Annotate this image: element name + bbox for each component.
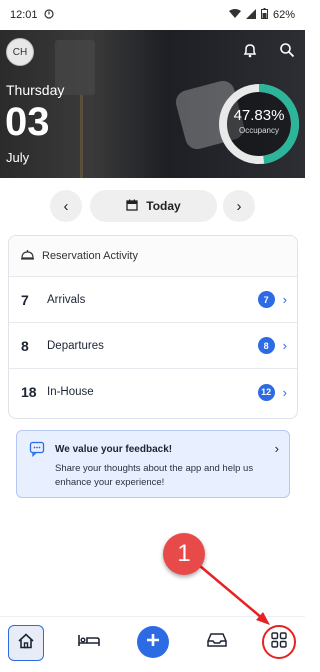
day-name: Thursday [6, 82, 65, 98]
bed-icon [78, 632, 100, 653]
feedback-title: We value your feedback! [55, 444, 173, 455]
row-badge: 7 [257, 291, 275, 308]
chevron-right-icon: › [236, 197, 242, 215]
row-badge: 12 [257, 383, 275, 401]
avatar[interactable]: CH [6, 38, 34, 66]
next-day-button[interactable]: › [223, 190, 255, 222]
signal-icon [245, 8, 256, 22]
row-count: 18 [21, 384, 37, 400]
status-bar: 12:01 62% [0, 0, 305, 30]
status-time: 12:01 [10, 9, 38, 21]
inbox-tab[interactable] [200, 625, 234, 659]
battery-percent: 62% [272, 9, 295, 21]
today-label: Today [146, 199, 181, 213]
arrivals-row[interactable]: 7 Arrivals 7 › [9, 277, 297, 323]
plus-icon [145, 632, 161, 653]
lamp-stand-decor [80, 95, 83, 178]
chevron-left-icon: ‹ [63, 197, 69, 215]
reception-bell-icon [21, 249, 34, 263]
row-count: 7 [21, 291, 29, 308]
hero-header: CH Thursday 03 July 47.83% Occupancy [0, 30, 305, 178]
inbox-icon [207, 632, 227, 653]
row-label: Arrivals [47, 293, 86, 306]
home-icon [17, 632, 35, 655]
add-button[interactable] [137, 626, 169, 658]
chevron-right-icon: › [282, 384, 287, 400]
home-tab[interactable] [8, 625, 44, 661]
today-button[interactable]: Today [90, 190, 217, 222]
row-label: Departures [47, 339, 104, 352]
bell-icon[interactable] [240, 40, 260, 60]
occupancy-value: 47.83% [233, 107, 285, 124]
chevron-right-icon: › [274, 441, 279, 456]
occupancy-text: 47.83% Occupancy [217, 107, 301, 136]
chat-icon [29, 441, 45, 458]
search-icon[interactable] [277, 40, 297, 60]
calendar-icon [126, 199, 138, 214]
rooms-tab[interactable] [72, 625, 106, 659]
occupancy-label: Occupancy [238, 126, 280, 135]
feedback-banner[interactable]: We value your feedback! Share your thoug… [16, 430, 290, 498]
bottom-navigation [0, 616, 305, 672]
day-number: 03 [5, 100, 50, 144]
battery-icon [260, 8, 268, 22]
step-marker: 1 [163, 533, 205, 575]
date-navigation: ‹ Today › [0, 190, 305, 224]
feedback-body: Share your thoughts about the app and he… [55, 463, 254, 488]
month: July [6, 150, 30, 165]
chevron-right-icon: › [282, 292, 287, 307]
previous-day-button[interactable]: ‹ [50, 190, 82, 222]
in-house-row[interactable]: 18 In-House 12 › [9, 369, 297, 415]
wifi-icon [228, 8, 241, 22]
row-badge: 8 [257, 337, 275, 354]
grid-icon [271, 631, 287, 653]
row-count: 8 [21, 337, 29, 354]
card-title: Reservation Activity [42, 250, 138, 262]
chevron-right-icon: › [282, 338, 287, 353]
more-apps-tab[interactable] [262, 625, 296, 659]
notification-icon [43, 8, 54, 22]
card-header: Reservation Activity [9, 236, 297, 277]
row-label: In-House [47, 386, 94, 398]
departures-row[interactable]: 8 Departures 8 › [9, 323, 297, 369]
reservation-activity-card: Reservation Activity 7 Arrivals 7 › 8 De… [8, 235, 298, 419]
